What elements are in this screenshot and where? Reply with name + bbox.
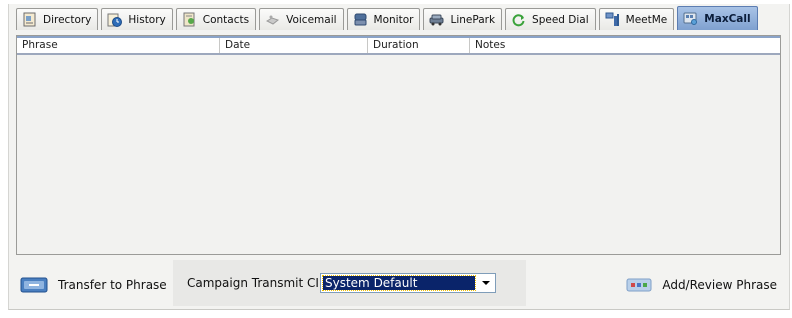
campaign-cid-panel: Campaign Transmit CID: System Default xyxy=(173,260,526,306)
tab-voicemail[interactable]: Voicemail xyxy=(259,8,344,30)
transfer-phrase-icon xyxy=(20,276,48,294)
column-header-phrase[interactable]: Phrase xyxy=(17,38,220,53)
add-review-label: Add/Review Phrase xyxy=(662,278,777,292)
column-header-duration[interactable]: Duration xyxy=(368,38,470,53)
tab-speed-dial[interactable]: Speed Dial xyxy=(505,8,596,30)
tab-label: Speed Dial xyxy=(532,13,589,26)
tab-label: LinePark xyxy=(450,13,496,26)
voicemail-icon xyxy=(265,12,280,27)
meetme-icon xyxy=(605,12,620,27)
directory-icon xyxy=(22,12,37,27)
linepark-icon xyxy=(429,12,444,27)
maxcall-window: Directory History Contacts Voicemail Mon… xyxy=(0,0,792,318)
column-header-notes[interactable]: Notes xyxy=(470,38,780,53)
phrase-table: Phrase Date Duration Notes xyxy=(16,35,781,255)
transfer-to-phrase-button[interactable]: Transfer to Phrase xyxy=(20,273,167,297)
maxcall-icon xyxy=(683,11,698,26)
tab-label: MeetMe xyxy=(625,13,668,26)
tab-label: Voicemail xyxy=(286,13,337,26)
tab-monitor[interactable]: Monitor xyxy=(346,8,421,30)
chevron-down-icon[interactable] xyxy=(478,275,494,291)
speed-dial-icon xyxy=(511,12,526,27)
campaign-cid-select[interactable]: System Default xyxy=(320,273,496,293)
tab-label: Directory xyxy=(43,13,92,26)
tab-history[interactable]: History xyxy=(101,8,173,30)
add-phrase-icon xyxy=(626,276,652,294)
table-body[interactable] xyxy=(17,55,780,254)
contacts-icon xyxy=(182,12,197,27)
table-header: Phrase Date Duration Notes xyxy=(17,36,780,55)
tab-label: History xyxy=(128,13,166,26)
column-header-date[interactable]: Date xyxy=(220,38,368,53)
history-icon xyxy=(107,12,123,27)
tab-label: Contacts xyxy=(202,13,250,26)
tab-meetme[interactable]: MeetMe xyxy=(598,8,675,30)
tab-label: Monitor xyxy=(373,13,414,26)
tab-strip: Directory History Contacts Voicemail Mon… xyxy=(16,5,758,30)
tab-directory[interactable]: Directory xyxy=(16,8,99,30)
add-review-phrase-button[interactable]: Add/Review Phrase xyxy=(626,273,777,297)
campaign-cid-label: Campaign Transmit CID: xyxy=(187,276,333,290)
monitor-icon xyxy=(353,12,368,27)
campaign-cid-value: System Default xyxy=(322,275,476,291)
tab-maxcall[interactable]: MaxCall xyxy=(677,6,758,30)
tab-label: MaxCall xyxy=(704,12,751,25)
tab-contacts[interactable]: Contacts xyxy=(175,8,257,30)
transfer-label: Transfer to Phrase xyxy=(58,278,167,292)
tab-linepark[interactable]: LinePark xyxy=(423,8,503,30)
